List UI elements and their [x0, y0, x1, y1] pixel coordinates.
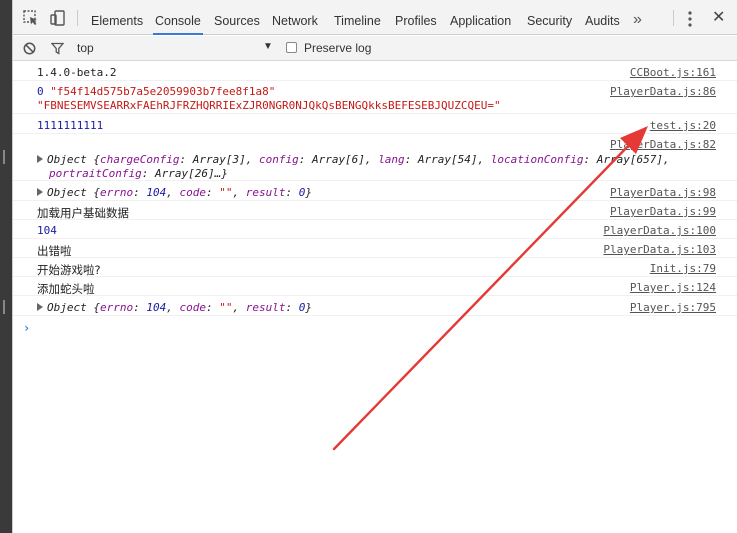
console-prompt-icon[interactable]: › [23, 321, 30, 335]
message-text: 开始游戏啦? [37, 263, 101, 277]
tab-timeline[interactable]: Timeline [332, 0, 383, 35]
customize-menu-icon[interactable] [688, 11, 692, 27]
source-link[interactable]: Init.js:79 [650, 262, 716, 275]
source-link[interactable]: PlayerData.js:100 [603, 224, 716, 237]
message-string: "FBNESEMVSEARRxFAEhRJFRZHQRRIExZJR0NGR0N… [37, 99, 501, 112]
source-link[interactable]: test.js:20 [650, 119, 716, 132]
preserve-log-checkbox[interactable] [286, 42, 297, 53]
source-link[interactable]: PlayerData.js:99 [610, 205, 716, 218]
console-message: Object {errno: 104, code: "", result: 0}… [13, 296, 737, 316]
message-index: 0 [37, 85, 44, 98]
devtools-tabbar: Elements Console Sources Network Timelin… [13, 0, 737, 35]
message-text: 1.4.0-beta.2 [37, 66, 117, 79]
toolbar-separator [673, 10, 674, 26]
console-messages: 1.4.0-beta.2 CCBoot.js:161 0 "f54f14d575… [13, 62, 737, 533]
toolbar-separator [77, 10, 78, 26]
object-summary: Object {chargeConfig: Array[3], config: … [47, 153, 670, 166]
tab-console[interactable]: Console [153, 0, 203, 35]
clear-console-icon[interactable] [23, 42, 36, 55]
source-link[interactable]: PlayerData.js:103 [603, 243, 716, 256]
console-message: 1111111111 test.js:20 [13, 114, 737, 134]
console-message: Object {errno: 104, code: "", result: 0}… [13, 181, 737, 201]
tab-security[interactable]: Security [525, 0, 574, 35]
expand-triangle-icon[interactable] [37, 155, 43, 163]
console-message: 104 PlayerData.js:100 [13, 220, 737, 239]
inspect-element-icon[interactable] [22, 9, 40, 27]
tab-elements[interactable]: Elements [89, 0, 145, 35]
filter-icon[interactable] [50, 42, 65, 55]
message-string: "f54f14d575b7a5e2059903b7fee8f1a8" [50, 85, 276, 98]
device-toolbar-icon[interactable] [49, 9, 67, 27]
source-link[interactable]: PlayerData.js:82 [610, 138, 716, 151]
console-message: 加载用户基础数据 PlayerData.js:99 [13, 201, 737, 220]
message-text: 加载用户基础数据 [37, 206, 129, 220]
devtools-panel: Elements Console Sources Network Timelin… [12, 0, 737, 533]
message-text: 1111111111 [37, 119, 104, 132]
message-text: 出错啦 [37, 244, 72, 258]
console-filterbar: top ▼ Preserve log [13, 36, 737, 61]
object-summary-cont: portraitConfig: Array[26]…} [49, 167, 228, 180]
source-link[interactable]: Player.js:124 [630, 281, 716, 294]
close-devtools-icon[interactable]: ✕ [712, 9, 725, 27]
tab-application[interactable]: Application [448, 0, 513, 35]
strip-mark [3, 150, 5, 164]
message-text: 104 [37, 224, 57, 237]
source-link[interactable]: CCBoot.js:161 [630, 66, 716, 79]
tab-network[interactable]: Network [270, 0, 320, 35]
more-tabs-icon[interactable]: » [633, 0, 642, 35]
message-text: 0 "f54f14d575b7a5e2059903b7fee8f1a8" [37, 85, 275, 98]
expand-triangle-icon[interactable] [37, 303, 43, 311]
console-message: 0 "f54f14d575b7a5e2059903b7fee8f1a8" "FB… [13, 81, 737, 114]
message-text: 添加蛇头啦 [37, 282, 95, 296]
object-expander[interactable]: Object {chargeConfig: Array[3], config: … [37, 153, 670, 166]
console-message: 出错啦 PlayerData.js:103 [13, 239, 737, 258]
tab-sources[interactable]: Sources [212, 0, 262, 35]
execution-context-select[interactable]: top [77, 41, 94, 55]
chevron-down-icon[interactable]: ▼ [263, 41, 273, 52]
tab-profiles[interactable]: Profiles [393, 0, 439, 35]
console-message: 开始游戏啦? Init.js:79 [13, 258, 737, 277]
source-link[interactable]: PlayerData.js:86 [610, 85, 716, 98]
source-link[interactable]: Player.js:795 [630, 301, 716, 314]
strip-mark [3, 300, 5, 314]
preserve-log-label: Preserve log [304, 41, 372, 55]
expand-triangle-icon[interactable] [37, 188, 43, 196]
tab-audits[interactable]: Audits [583, 0, 622, 35]
object-expander[interactable]: Object {errno: 104, code: "", result: 0} [37, 301, 312, 314]
console-message: 添加蛇头啦 Player.js:124 [13, 277, 737, 296]
console-message: PlayerData.js:82 Object {chargeConfig: A… [13, 134, 737, 181]
object-expander[interactable]: Object {errno: 104, code: "", result: 0} [37, 186, 312, 199]
console-message: 1.4.0-beta.2 CCBoot.js:161 [13, 62, 737, 81]
left-window-strip [0, 0, 12, 533]
source-link[interactable]: PlayerData.js:98 [610, 186, 716, 199]
